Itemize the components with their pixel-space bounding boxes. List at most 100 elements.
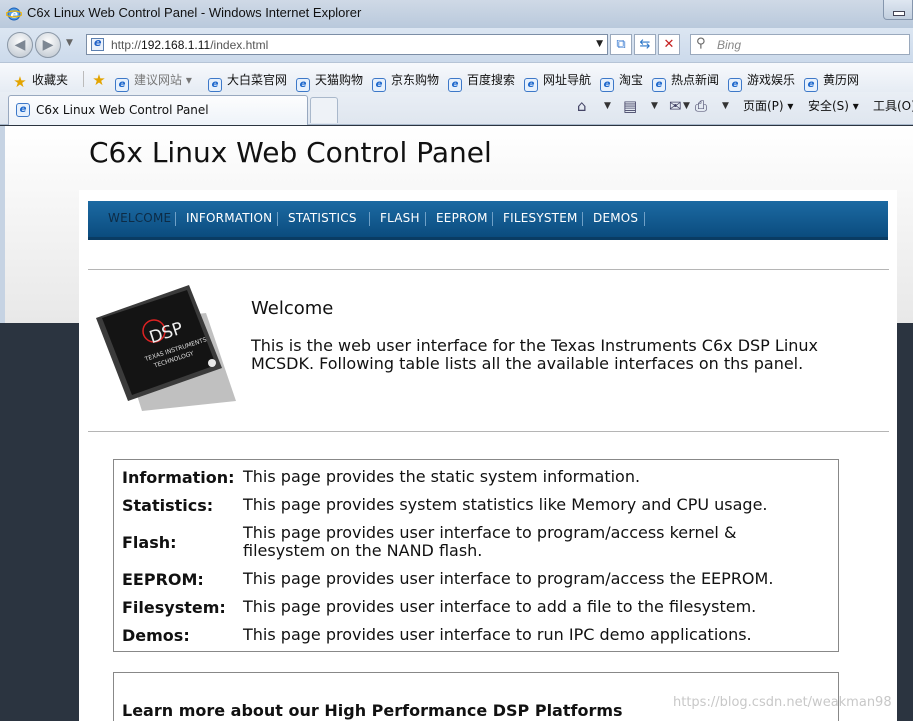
page-title: C6x Linux Web Control Panel	[89, 136, 492, 169]
menu-item-welcome[interactable]: WELCOME	[108, 211, 171, 225]
row-value: This page provides user interface to pro…	[243, 569, 774, 588]
page-menu-button[interactable]: 页面(P) ▾	[743, 97, 793, 114]
url-host: 192.168.1.11	[141, 38, 211, 52]
safety-menu-button[interactable]: 安全(S) ▾	[808, 97, 859, 114]
mail-dropdown-icon[interactable]: ▼	[683, 101, 690, 111]
row-value: This page provides user interface to pro…	[243, 523, 737, 560]
ie-page-icon: e	[372, 78, 386, 92]
menu-separator	[582, 212, 583, 226]
row-key: Flash:	[122, 533, 177, 552]
row-key: Statistics:	[122, 496, 214, 515]
address-dropdown-icon[interactable]: ▼	[596, 39, 603, 49]
back-arrow-icon: ◀	[14, 37, 26, 53]
favorite-link[interactable]: e 大白菜官网	[208, 71, 287, 92]
ie-page-icon: e	[804, 78, 818, 92]
favorite-link[interactable]: e 百度搜索	[448, 71, 515, 92]
ie-page-icon: e	[524, 78, 538, 92]
print-dropdown-icon[interactable]: ▼	[722, 101, 729, 111]
browser-tab[interactable]: e C6x Linux Web Control Panel	[8, 95, 308, 125]
row-key: Demos:	[122, 626, 190, 645]
favorites-button[interactable]: ★ 收藏夹	[13, 71, 68, 91]
menu-separator	[277, 212, 278, 226]
interfaces-table: Information: This page provides the stat…	[113, 459, 839, 652]
menu-item-statistics[interactable]: STATISTICS	[288, 211, 357, 225]
favorite-link[interactable]: e 热点新闻	[652, 71, 719, 92]
favorite-link[interactable]: e 黄历网	[804, 71, 859, 92]
favorite-link[interactable]: e 建议网站 ▾	[115, 71, 192, 92]
forward-button[interactable]: ▶	[35, 32, 61, 58]
menu-item-filesystem[interactable]: FILESYSTEM	[503, 211, 578, 225]
print-icon[interactable]: ⎙	[695, 97, 707, 115]
menu-separator	[644, 212, 645, 226]
ie-page-icon: e	[115, 78, 129, 92]
tab-bar: e C6x Linux Web Control Panel ⌂ ▼ ▤ ▼ ✉ …	[0, 92, 913, 125]
favorite-link[interactable]: e 京东购物	[372, 71, 439, 92]
menu-separator	[175, 212, 176, 226]
search-placeholder: Bing	[717, 38, 742, 52]
menu-separator	[369, 212, 370, 226]
menu-item-information[interactable]: INFORMATION	[186, 211, 272, 225]
row-key: EEPROM:	[122, 570, 204, 589]
search-field[interactable]: ⚲ Bing	[690, 34, 910, 55]
welcome-intro: This is the web user interface for the T…	[251, 336, 819, 373]
home-dropdown-icon[interactable]: ▼	[604, 101, 611, 111]
dsp-chip-image: DSP TEXAS INSTRUMENTS TECHNOLOGY	[96, 285, 236, 411]
row-key: Information:	[122, 468, 235, 487]
window-titlebar: e C6x Linux Web Control Panel - Windows …	[0, 0, 913, 28]
svg-text:e: e	[11, 8, 19, 21]
favorites-divider	[83, 71, 84, 87]
url-path: /index.html	[210, 38, 269, 52]
row-value: This page provides the static system inf…	[243, 467, 641, 486]
mail-icon[interactable]: ✉	[669, 97, 682, 115]
web-content: C6x Linux Web Control Panel WELCOME INFO…	[0, 126, 913, 721]
stop-button[interactable]: ✕	[658, 34, 680, 55]
tab-label: C6x Linux Web Control Panel	[36, 103, 209, 117]
ie-page-icon: e	[448, 78, 462, 92]
address-field[interactable]: http://192.168.1.11/index.html ▼	[86, 34, 608, 55]
favorite-link[interactable]: e 淘宝	[600, 71, 643, 92]
menu-item-flash[interactable]: FLASH	[380, 211, 420, 225]
ie-page-icon: e	[16, 103, 30, 117]
row-value: This page provides system statistics lik…	[243, 495, 768, 514]
menu-separator	[425, 212, 426, 226]
back-button[interactable]: ◀	[7, 32, 33, 58]
url-prefix: http://	[111, 38, 142, 52]
tools-menu-button[interactable]: 工具(O)	[873, 97, 913, 114]
row-value: This page provides user interface to run…	[243, 625, 752, 644]
address-toolbar: ◀ ▶ ▼ http://192.168.1.11/index.html ▼ ⧉…	[0, 28, 913, 62]
compatibility-view-button[interactable]: ⧉	[610, 34, 632, 55]
divider-top	[88, 269, 889, 270]
window-title: C6x Linux Web Control Panel - Windows In…	[27, 5, 362, 20]
star-icon: ★	[13, 73, 27, 91]
minimize-button[interactable]	[883, 0, 913, 20]
ie-page-icon: e	[208, 78, 222, 92]
favorite-link[interactable]: e 网址导航	[524, 71, 591, 92]
ie-page-icon: e	[652, 78, 666, 92]
add-to-favorites-button[interactable]: ★	[92, 71, 111, 89]
row-value: This page provides user interface to add…	[243, 597, 757, 616]
main-menu: WELCOME INFORMATION STATISTICS FLASH EEP…	[88, 201, 888, 240]
favorite-link[interactable]: e 游戏娱乐	[728, 71, 795, 92]
menu-separator	[492, 212, 493, 226]
row-key: Filesystem:	[122, 598, 226, 617]
refresh-button[interactable]: ⇆	[634, 34, 656, 55]
search-icon: ⚲	[696, 36, 706, 51]
ie-page-icon: e	[296, 78, 310, 92]
new-tab-button[interactable]	[310, 97, 338, 123]
feeds-dropdown-icon[interactable]: ▼	[651, 101, 658, 111]
menu-item-demos[interactable]: DEMOS	[593, 211, 638, 225]
ie-logo-icon: e	[6, 7, 22, 21]
recent-pages-dropdown[interactable]: ▼	[66, 38, 73, 48]
ie-page-icon: e	[728, 78, 742, 92]
watermark: https://blog.csdn.net/weakman98	[673, 695, 892, 710]
feeds-icon[interactable]: ▤	[623, 97, 637, 115]
favorite-link[interactable]: e 天猫购物	[296, 71, 363, 92]
welcome-title: Welcome	[251, 298, 334, 319]
add-favorite-star-icon: ★	[92, 71, 106, 89]
page-icon	[91, 36, 104, 51]
content-panel: WELCOME INFORMATION STATISTICS FLASH EEP…	[79, 190, 897, 721]
ie-page-icon: e	[600, 78, 614, 92]
menu-item-eeprom[interactable]: EEPROM	[436, 211, 488, 225]
forward-arrow-icon: ▶	[42, 37, 54, 53]
home-icon[interactable]: ⌂	[577, 97, 587, 115]
